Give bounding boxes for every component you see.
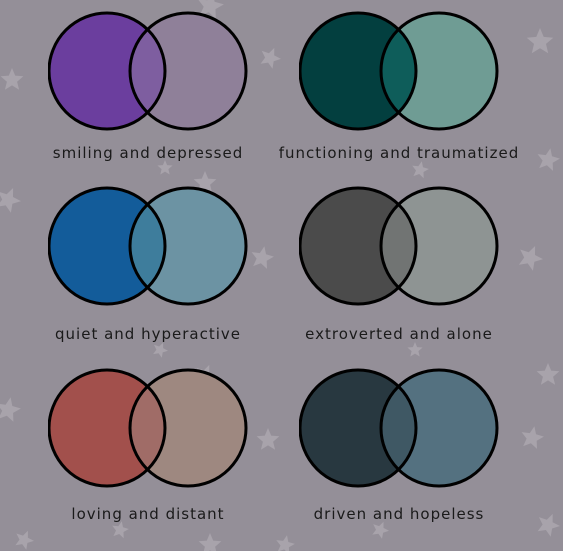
star-icon xyxy=(15,530,34,550)
star-icon xyxy=(521,426,544,449)
star-icon xyxy=(112,521,129,539)
star-icon xyxy=(537,148,560,171)
caption-smiling-depressed: smiling and depressed xyxy=(52,144,244,162)
star-icon xyxy=(526,28,554,54)
venn-pair-loving-distant xyxy=(48,368,248,488)
venn-diagram-sheet: smiling and depressed functioning and tr… xyxy=(0,0,563,551)
star-icon xyxy=(0,188,21,213)
caption-quiet-hyperactive: quiet and hyperactive xyxy=(55,325,241,343)
venn-pair-extroverted-alone xyxy=(299,186,499,306)
caption-loving-distant: loving and distant xyxy=(71,505,225,523)
star-icon xyxy=(412,161,429,179)
star-icon xyxy=(276,535,295,551)
venn-pair-smiling-depressed xyxy=(48,11,248,131)
star-icon xyxy=(260,47,281,69)
star-icon xyxy=(536,363,560,385)
star-icon xyxy=(518,246,543,271)
caption-extroverted-alone: extroverted and alone xyxy=(305,325,493,343)
star-icon xyxy=(157,160,173,175)
venn-pair-functioning-traumatized xyxy=(299,11,499,131)
star-icon xyxy=(256,428,280,450)
star-icon xyxy=(372,521,389,539)
star-icon xyxy=(0,68,24,90)
star-icon xyxy=(251,246,274,269)
star-icon xyxy=(0,397,21,422)
caption-driven-hopeless: driven and hopeless xyxy=(313,505,485,523)
venn-pair-driven-hopeless xyxy=(299,368,499,488)
venn-pair-quiet-hyperactive xyxy=(48,186,248,306)
caption-functioning-traumatized: functioning and traumatized xyxy=(278,144,520,162)
star-icon xyxy=(153,342,168,358)
star-icon xyxy=(198,533,222,551)
star-icon xyxy=(407,342,423,357)
star-icon xyxy=(537,513,560,537)
